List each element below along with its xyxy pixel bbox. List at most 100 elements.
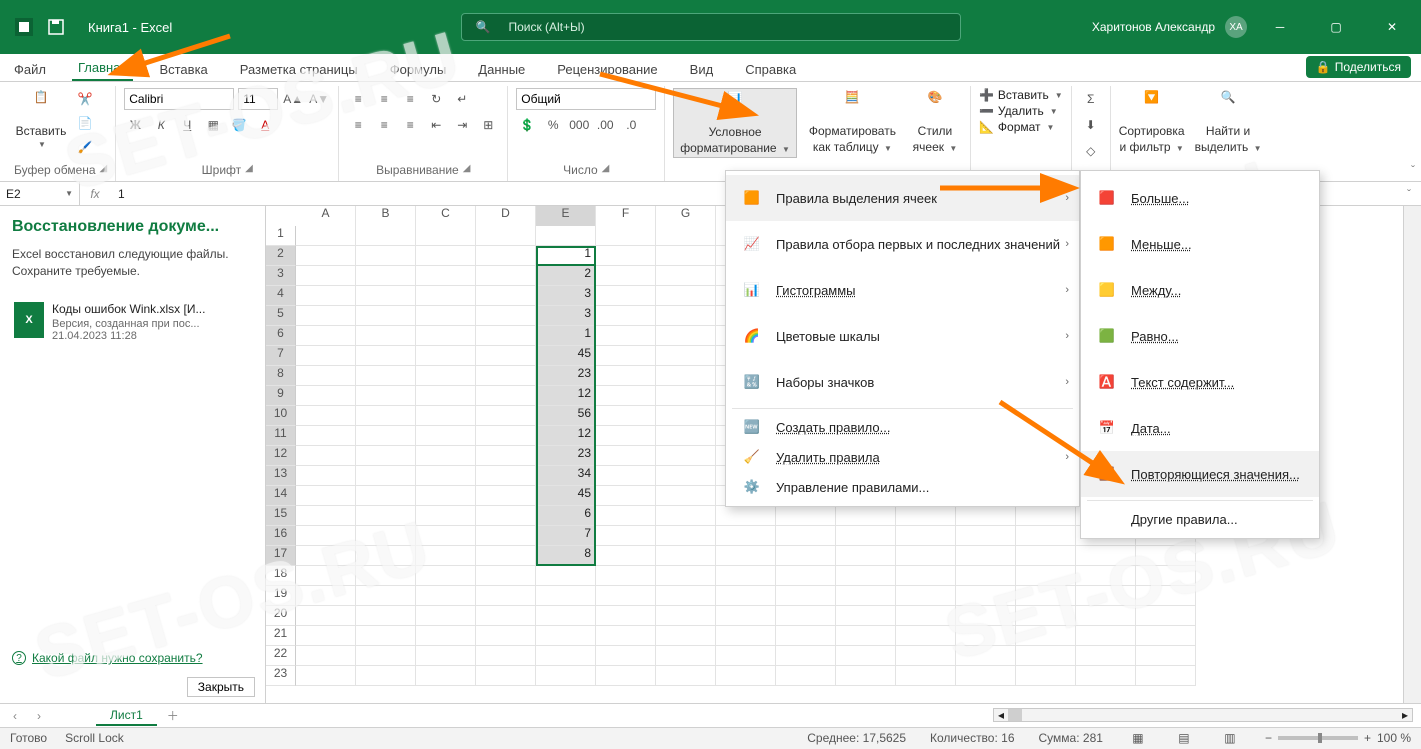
cell[interactable]: [1136, 666, 1196, 686]
cell[interactable]: [476, 626, 536, 646]
dialog-launcher-icon[interactable]: ◢: [245, 163, 253, 177]
cell[interactable]: [656, 526, 716, 546]
cell[interactable]: [1076, 546, 1136, 566]
increase-indent-icon[interactable]: ⇥: [451, 114, 473, 136]
tab-file[interactable]: Файл: [8, 58, 52, 81]
cell[interactable]: [596, 486, 656, 506]
cell[interactable]: [896, 526, 956, 546]
cell[interactable]: [836, 666, 896, 686]
column-header[interactable]: D: [476, 206, 536, 226]
dialog-launcher-icon[interactable]: ◢: [602, 163, 610, 177]
row-header[interactable]: 16: [266, 526, 296, 546]
row-header[interactable]: 14: [266, 486, 296, 506]
cell[interactable]: [716, 666, 776, 686]
format-painter-button[interactable]: 🖌️: [74, 136, 96, 158]
cell[interactable]: [1076, 566, 1136, 586]
cell[interactable]: [656, 266, 716, 286]
menu-more-rules[interactable]: Другие правила...: [1081, 504, 1319, 534]
cell[interactable]: [416, 386, 476, 406]
cell[interactable]: 23: [536, 446, 596, 466]
expand-formula-bar-icon[interactable]: ˇ: [1397, 187, 1421, 201]
cell[interactable]: [776, 606, 836, 626]
cell[interactable]: [296, 626, 356, 646]
row-header[interactable]: 12: [266, 446, 296, 466]
align-bottom-icon[interactable]: ≡: [399, 88, 421, 110]
format-cells-button[interactable]: 📐 Формат ▼: [979, 120, 1055, 134]
borders-button[interactable]: ▦: [202, 114, 224, 136]
cell[interactable]: [596, 566, 656, 586]
cell[interactable]: [476, 446, 536, 466]
row-header[interactable]: 4: [266, 286, 296, 306]
cell[interactable]: [776, 646, 836, 666]
orientation-icon[interactable]: ↻: [425, 88, 447, 110]
font-color-button[interactable]: А: [254, 114, 276, 136]
minimize-button[interactable]: ─: [1257, 11, 1303, 43]
cell[interactable]: [476, 566, 536, 586]
cell[interactable]: [476, 546, 536, 566]
cell[interactable]: [416, 566, 476, 586]
cell[interactable]: [356, 386, 416, 406]
cell[interactable]: [476, 486, 536, 506]
cell[interactable]: [296, 346, 356, 366]
format-as-table-button[interactable]: 🧮 Форматировать как таблицу ▼: [809, 88, 896, 154]
column-header[interactable]: F: [596, 206, 656, 226]
cell[interactable]: 12: [536, 386, 596, 406]
cell[interactable]: [296, 506, 356, 526]
copy-button[interactable]: 📄: [74, 112, 96, 134]
cell[interactable]: [656, 386, 716, 406]
cell[interactable]: [296, 286, 356, 306]
cell[interactable]: [596, 526, 656, 546]
cell[interactable]: [356, 266, 416, 286]
cell[interactable]: [476, 366, 536, 386]
cell[interactable]: [956, 566, 1016, 586]
cell[interactable]: 56: [536, 406, 596, 426]
cell[interactable]: [476, 346, 536, 366]
close-button[interactable]: ✕: [1369, 11, 1415, 43]
row-header[interactable]: 2: [266, 246, 296, 266]
accounting-icon[interactable]: 💲: [516, 114, 538, 136]
cell[interactable]: [596, 646, 656, 666]
cell[interactable]: [476, 646, 536, 666]
cell[interactable]: [356, 506, 416, 526]
cell[interactable]: [356, 486, 416, 506]
cell[interactable]: [1016, 566, 1076, 586]
name-box[interactable]: E2▼: [0, 182, 80, 205]
cell[interactable]: [1076, 626, 1136, 646]
wrap-text-icon[interactable]: ↵: [451, 88, 473, 110]
cell[interactable]: [656, 346, 716, 366]
cell[interactable]: 1: [536, 326, 596, 346]
view-page-break-icon[interactable]: ▥: [1219, 727, 1241, 749]
cell[interactable]: [596, 406, 656, 426]
cell[interactable]: [416, 406, 476, 426]
cell[interactable]: [1136, 586, 1196, 606]
cell[interactable]: [1016, 646, 1076, 666]
cell[interactable]: [956, 666, 1016, 686]
cell[interactable]: [596, 306, 656, 326]
cell[interactable]: [656, 666, 716, 686]
recovered-document-item[interactable]: X Коды ошибок Wink.xlsx [И... Версия, со…: [12, 296, 253, 348]
fill-color-button[interactable]: 🪣: [228, 114, 250, 136]
cell[interactable]: [476, 406, 536, 426]
insert-cells-button[interactable]: ➕ Вставить ▼: [979, 88, 1063, 102]
cell[interactable]: [416, 486, 476, 506]
cell[interactable]: 45: [536, 346, 596, 366]
autosum-icon[interactable]: Σ: [1080, 88, 1102, 110]
cell[interactable]: [596, 666, 656, 686]
cell[interactable]: [776, 666, 836, 686]
cell[interactable]: [296, 386, 356, 406]
cell[interactable]: [716, 626, 776, 646]
cell[interactable]: [656, 246, 716, 266]
cell-styles-button[interactable]: 🎨 Стили ячеек ▼: [908, 88, 962, 154]
tab-help[interactable]: Справка: [739, 58, 802, 81]
vertical-scrollbar[interactable]: [1403, 206, 1421, 703]
align-left-icon[interactable]: ≡: [347, 114, 369, 136]
cell[interactable]: [536, 666, 596, 686]
cell[interactable]: [416, 546, 476, 566]
cell[interactable]: [1076, 586, 1136, 606]
cell[interactable]: [356, 566, 416, 586]
cell[interactable]: [296, 546, 356, 566]
cell[interactable]: [716, 566, 776, 586]
recovery-close-button[interactable]: Закрыть: [187, 677, 255, 697]
comma-icon[interactable]: 000: [568, 114, 590, 136]
cell[interactable]: [416, 586, 476, 606]
